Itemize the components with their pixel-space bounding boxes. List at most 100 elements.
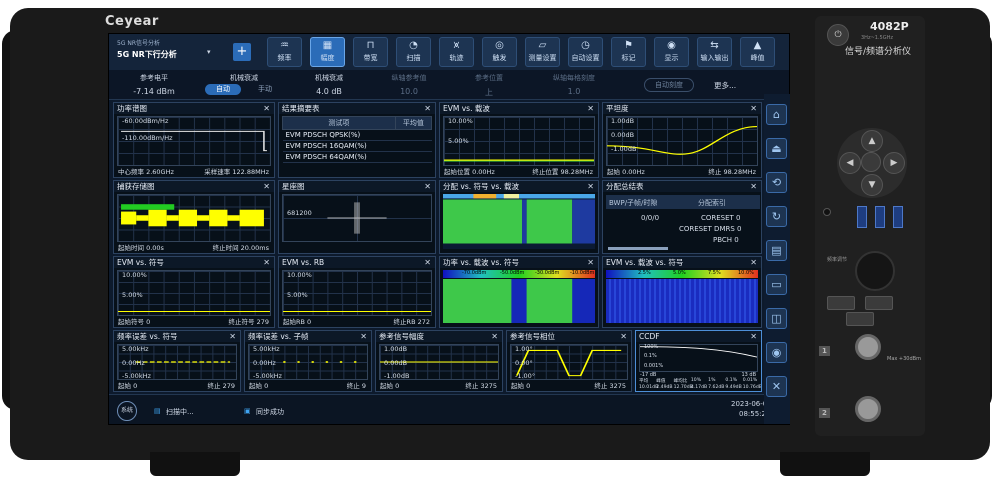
- right-arrow-icon[interactable]: ▶: [883, 152, 905, 174]
- tools-icon[interactable]: ✕: [766, 376, 787, 397]
- close-icon[interactable]: ✕: [424, 257, 431, 268]
- y-mid-label: 0.00dB: [611, 131, 635, 139]
- table-row[interactable]: EVM PDSCH 64QAM(%): [282, 151, 432, 163]
- toolbar-button-sweep[interactable]: ◔ 扫描: [396, 37, 431, 67]
- toolbar-button-auto-setup[interactable]: ◷ 自动设置: [568, 37, 603, 67]
- system-button[interactable]: 系统: [117, 401, 137, 421]
- toolbar-button-marker[interactable]: ⚑ 标记: [611, 37, 646, 67]
- vert-ref-param[interactable]: 纵轴参考值 10.0: [369, 70, 449, 100]
- close-icon[interactable]: ✕: [263, 103, 270, 114]
- back-icon[interactable]: ⟲: [766, 172, 787, 193]
- close-icon[interactable]: ✕: [587, 103, 594, 114]
- window-evm-rb[interactable]: EVM vs. RB ✕ 10.00% 5.00% 起始RB 0 终止RB 272: [278, 256, 436, 328]
- enter-button[interactable]: [861, 152, 881, 172]
- window-title: 分配总结表: [603, 181, 761, 192]
- atten-manual-toggle[interactable]: 手动: [247, 84, 283, 95]
- save-icon[interactable]: ▤: [766, 240, 787, 261]
- mode-selector[interactable]: 5G NR下行分析: [117, 49, 177, 60]
- close-icon[interactable]: ✕: [491, 331, 498, 342]
- screenshot-icon[interactable]: ◫: [766, 308, 787, 329]
- close-icon[interactable]: ✕: [750, 331, 757, 342]
- window-title: 捕获存储图: [114, 181, 274, 192]
- close-icon[interactable]: ✕: [424, 181, 431, 192]
- close-icon[interactable]: ✕: [263, 181, 270, 192]
- table-row[interactable]: EVM PDSCH QPSK(%): [282, 129, 432, 141]
- window-power-carrier-symbol[interactable]: 功率 vs. 载波 vs. 符号 ✕ -70.0dBm -50.0dBm -30.…: [439, 256, 599, 328]
- toolbar-button-trace[interactable]: ⩙ 轨迹: [439, 37, 474, 67]
- power-button[interactable]: ⏻: [827, 24, 849, 46]
- window-ref-signal-amplitude[interactable]: 参考信号幅度 ✕ 1.00dB 0.00dB -1.00dB 起始 0 终止 32…: [375, 330, 503, 392]
- capture-icon[interactable]: ◉: [766, 342, 787, 363]
- rotary-knob[interactable]: [855, 251, 895, 291]
- rf-output-port[interactable]: [855, 396, 881, 422]
- folder-icon[interactable]: ▭: [766, 274, 787, 295]
- autoscale-button[interactable]: 自动刻度: [644, 78, 694, 92]
- toolbar-button-io[interactable]: ⇆ 输入输出: [697, 37, 732, 67]
- close-icon[interactable]: ✕: [229, 331, 236, 342]
- refresh-icon[interactable]: ↻: [766, 206, 787, 227]
- ref-pos-param[interactable]: 参考位置上: [449, 70, 529, 100]
- window-flatness[interactable]: 平坦度 ✕ 1.00dB 0.00dB -1.00dB 起始 0.00Hz 终止 …: [602, 102, 762, 178]
- window-result-summary[interactable]: 结果摘要表 ✕ 测试项 平均值 EVM PDSCH QPSK(%) EVM PDSC…: [278, 102, 436, 178]
- chevron-down-icon[interactable]: ▾: [207, 48, 211, 56]
- toolbar-button-trigger[interactable]: ◎ 触发: [482, 37, 517, 67]
- panel-button[interactable]: [846, 312, 874, 326]
- window-ccdf[interactable]: CCDF ✕ 100% 0.1% 0.001% -17 dB 13 dB 平均 10…: [635, 330, 762, 392]
- left-arrow-icon[interactable]: ◀: [839, 152, 861, 174]
- close-icon[interactable]: ✕: [620, 331, 627, 342]
- rf-input-port[interactable]: [855, 334, 881, 360]
- close-icon[interactable]: ✕: [424, 103, 431, 114]
- add-window-button[interactable]: +: [233, 43, 251, 61]
- usb-port[interactable]: [893, 206, 903, 228]
- scrollbar[interactable]: [608, 247, 668, 250]
- toolbar-button-display[interactable]: ◉ 显示: [654, 37, 689, 67]
- toolbar-button-amplitude[interactable]: ▦ 幅度: [310, 37, 345, 67]
- window-evm-carrier-symbol[interactable]: EVM vs. 载波 vs. 符号 ✕ 2.5% 5.0% 7.5% 10.0%: [602, 256, 762, 328]
- close-icon[interactable]: ✕: [263, 257, 270, 268]
- ref-level-param[interactable]: 参考电平 -7.14 dBm: [109, 70, 199, 100]
- toolbar-button-label: 自动设置: [571, 54, 600, 62]
- close-icon[interactable]: ✕: [587, 181, 594, 192]
- freq-icon: ♒: [280, 40, 289, 51]
- close-icon[interactable]: ✕: [587, 257, 594, 268]
- port2-tag: 2: [819, 408, 830, 418]
- model-tag: 3Hz~1.5GHz: [861, 35, 893, 41]
- window-allocation-map[interactable]: 分配 vs. 符号 vs. 载波 ✕: [439, 180, 599, 254]
- toolbar-button-peak[interactable]: ▲ 峰值: [740, 37, 775, 67]
- window-freq-err-subframe[interactable]: 频率误差 vs. 子帧 ✕ 5.00kHz 0.00Hz -5.00kHz 起始 …: [244, 330, 372, 392]
- close-icon[interactable]: ✕: [360, 331, 367, 342]
- atten-auto-toggle[interactable]: 自动: [205, 84, 241, 95]
- preset-icon[interactable]: ⏏: [766, 138, 787, 159]
- panel-button[interactable]: [865, 296, 893, 310]
- vert-div-param[interactable]: 纵轴每格刻度 1.0: [529, 70, 619, 100]
- toolbar-button-bandwidth[interactable]: ⊓ 带宽: [353, 37, 388, 67]
- atten2-param[interactable]: 机械衰减 4.0 dB: [289, 70, 369, 100]
- window-allocation-summary[interactable]: 分配总结表 ✕ BWP/子帧/时隙 分配索引 0/0/0 CORESET 0 COR…: [602, 180, 762, 254]
- window-freq-err-symbol[interactable]: 频率误差 vs. 符号 ✕ 5.00kHz 0.00Hz -5.00kHz 起始 …: [113, 330, 241, 392]
- window-constellation[interactable]: 星座图 ✕ 681200: [278, 180, 436, 254]
- bandwidth-icon: ⊓: [366, 40, 375, 51]
- port1-tag: 1: [819, 346, 830, 356]
- close-icon[interactable]: ✕: [750, 181, 757, 192]
- panel-button[interactable]: [827, 296, 855, 310]
- toolbar-button-meas-setup[interactable]: ▱ 测量设置: [525, 37, 560, 67]
- footer-start: 中心频率 2.60GHz: [118, 168, 174, 176]
- window-ref-signal-phase[interactable]: 参考信号相位 ✕ 1.00° 0.00° -1.00° 起始 0 终止 3275: [506, 330, 632, 392]
- footer-start: 起始 0.00Hz: [607, 168, 645, 176]
- home-icon[interactable]: ⌂: [766, 104, 787, 125]
- toolbar-button-freq[interactable]: ♒ 频率: [267, 37, 302, 67]
- table-row[interactable]: EVM PDSCH 16QAM(%): [282, 140, 432, 152]
- window-evm-carrier[interactable]: EVM vs. 载波 ✕ 10.00% 5.00% 起始位置 0.00Hz 终止位…: [439, 102, 599, 178]
- window-capture-buffer[interactable]: 捕获存储图 ✕ 起始时间 0.00s 终止时间 20.00ms: [113, 180, 275, 254]
- close-icon[interactable]: ✕: [750, 103, 757, 114]
- up-arrow-icon[interactable]: ▲: [861, 130, 883, 152]
- usb-port[interactable]: [857, 206, 867, 228]
- window-evm-symbol[interactable]: EVM vs. 符号 ✕ 10.00% 5.00% 起始符号 0 终止符号 279: [113, 256, 275, 328]
- footer-end: 终止符号 279: [228, 318, 269, 326]
- window-power-spectrum[interactable]: 功率谱图 ✕ -60.00dBm/Hz -110.00dBm/Hz 中心频率 2.…: [113, 102, 275, 178]
- headphone-jack[interactable]: [823, 208, 831, 216]
- more-button[interactable]: 更多...: [714, 80, 736, 91]
- down-arrow-icon[interactable]: ▼: [861, 174, 883, 196]
- close-icon[interactable]: ✕: [750, 257, 757, 268]
- usb-port[interactable]: [875, 206, 885, 228]
